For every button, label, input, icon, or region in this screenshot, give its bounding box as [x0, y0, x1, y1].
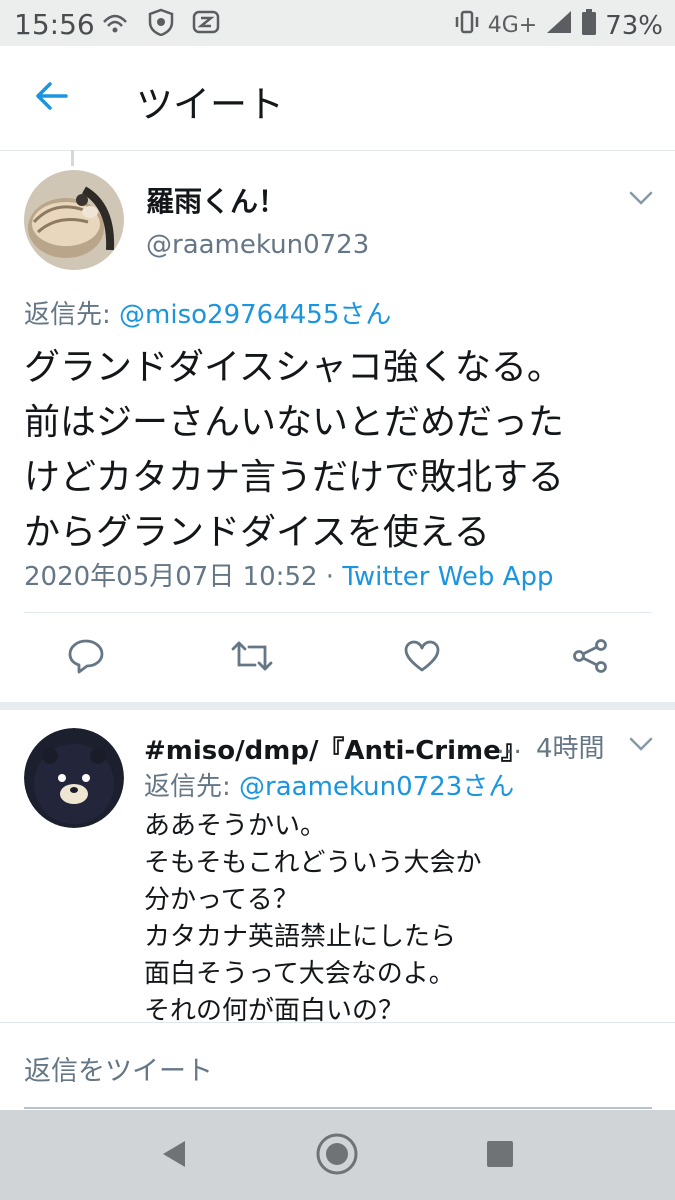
like-icon	[403, 639, 441, 677]
section-separator	[0, 702, 675, 710]
nav-back-icon	[159, 1138, 189, 1174]
reply-to-mention[interactable]: @miso29764455さん	[119, 300, 391, 330]
shield-app-icon	[148, 8, 174, 43]
avatar[interactable]	[24, 170, 124, 270]
signal-icon	[545, 9, 573, 42]
display-name[interactable]: 羅雨くん！	[146, 180, 286, 220]
thread-connector-line	[71, 150, 74, 166]
page-title: ツイート	[136, 83, 284, 126]
retweet-button[interactable]	[231, 638, 273, 678]
chevron-down-icon	[629, 736, 653, 755]
name-truncation: …	[496, 730, 522, 760]
retweet-icon	[231, 639, 273, 677]
nav-home-button[interactable]	[315, 1132, 359, 1180]
system-nav-bar	[0, 1110, 675, 1200]
vibrate-icon	[454, 9, 480, 42]
reply-to-mention[interactable]: @raamekun0723さん	[239, 772, 514, 802]
reply-button[interactable]	[66, 638, 106, 678]
reply-time: 4時間	[536, 734, 605, 764]
reply-to-line: 返信先: @miso29764455さん	[24, 294, 391, 331]
reply-icon	[67, 638, 105, 678]
reply-to-label: 返信先:	[24, 300, 120, 330]
back-arrow-icon	[35, 81, 69, 115]
battery-icon	[581, 8, 597, 43]
tweet-actions	[0, 612, 675, 704]
reply-menu-button[interactable]	[626, 730, 656, 760]
reply-to-line: 返信先: @raamekun0723さん	[144, 766, 514, 803]
status-bar: 15:56 4G+ 73%	[0, 0, 675, 46]
like-button[interactable]	[402, 638, 442, 678]
avatar[interactable]	[24, 728, 124, 828]
tweet-timestamp: 2020年05月07日 10:52 ·	[24, 562, 343, 592]
chevron-down-icon	[629, 190, 653, 209]
nav-home-icon	[315, 1132, 359, 1180]
status-time: 15:56	[14, 8, 95, 41]
reply-text: ああそうかい。 そもそもこれどういう大会か 分かってる？ カタカナ英語禁止にした…	[144, 811, 482, 1026]
nav-recents-button[interactable]	[478, 1134, 522, 1178]
coin-app-icon	[192, 8, 220, 43]
nav-recents-icon	[485, 1139, 515, 1173]
share-icon	[571, 638, 609, 678]
status-left-icons	[100, 8, 220, 43]
battery-percentage: 73%	[605, 10, 663, 41]
compose-underline	[24, 1107, 652, 1109]
network-type: 4G+	[487, 13, 538, 38]
tweet-text: グランドダイスシャコ強くなる。 前はジーさんいないとだめだった けどカタカナ言う…	[24, 347, 565, 553]
tweet-meta: 2020年05月07日 10:52 · Twitter Web App	[24, 556, 553, 593]
reply-display-name[interactable]: #miso/dmp/『Anti-Crime』	[144, 730, 527, 767]
share-button[interactable]	[570, 638, 610, 678]
tweet-menu-button[interactable]	[626, 184, 656, 214]
compose-placeholder[interactable]: 返信をツイート	[24, 1049, 213, 1088]
reply-to-label: 返信先:	[144, 772, 240, 802]
tweet-source-link[interactable]: Twitter Web App	[342, 562, 553, 592]
reply-compose-bar[interactable]: 返信をツイート	[0, 1022, 675, 1111]
status-right-icons: 4G+ 73%	[454, 8, 663, 43]
header-bar: ツイート	[0, 46, 675, 151]
user-handle[interactable]: @raamekun0723	[146, 230, 369, 260]
back-button[interactable]	[24, 70, 80, 126]
nav-back-button[interactable]	[152, 1134, 196, 1178]
wifi-calling-icon	[100, 8, 130, 43]
